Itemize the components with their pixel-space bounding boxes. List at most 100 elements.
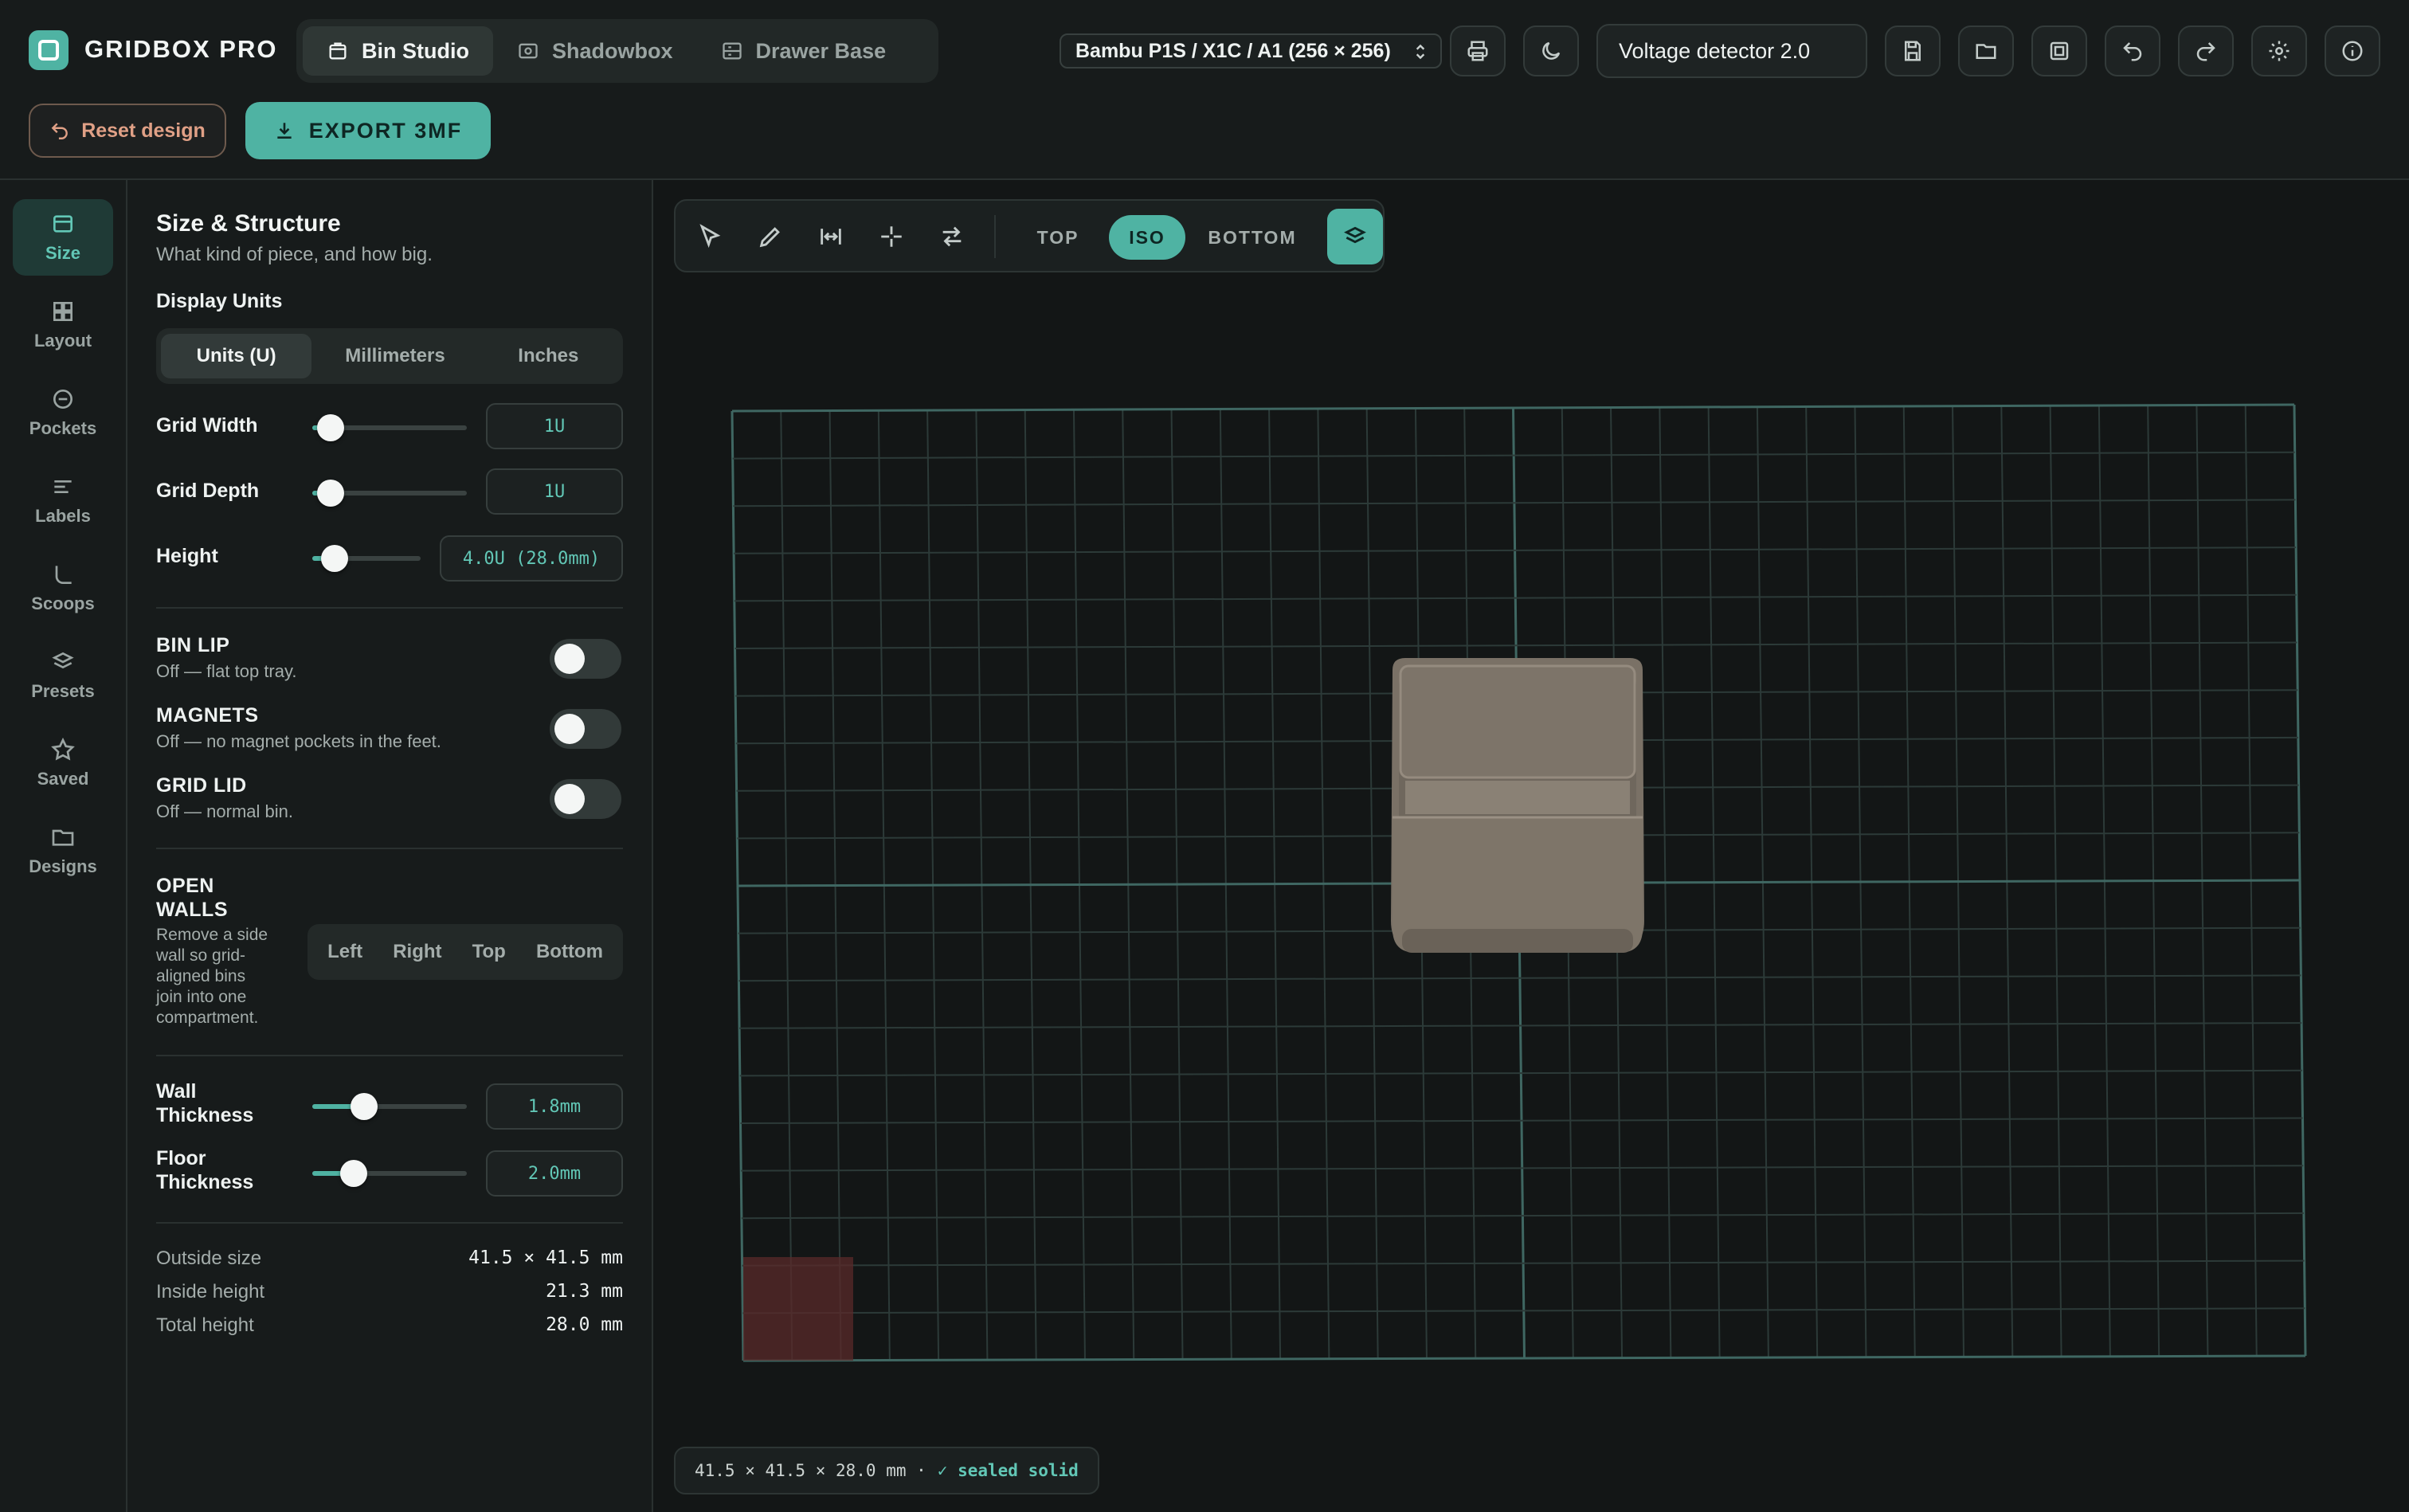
brand-logo (29, 30, 69, 70)
wall-thickness-slider[interactable] (312, 1093, 467, 1120)
slider-knob[interactable] (350, 1093, 378, 1120)
slider-knob[interactable] (320, 545, 348, 572)
panel-subtitle: What kind of piece, and how big. (156, 244, 433, 265)
tab-shadowbox[interactable]: Shadowbox (493, 26, 697, 76)
floor-thickness-slider[interactable] (312, 1160, 467, 1187)
floor-thickness-label-line1: Floor (156, 1147, 206, 1169)
rail-item-label: Size (45, 243, 81, 263)
select-icon[interactable] (696, 223, 723, 250)
tab-bin-studio[interactable]: Bin Studio (303, 26, 493, 76)
floor-thickness-label-line2: Thickness (156, 1171, 254, 1193)
wall-option-bottom[interactable]: Bottom (536, 941, 603, 963)
grid-lid-toggle[interactable] (550, 779, 621, 819)
rail-item-label: Presets (31, 681, 95, 701)
theme-toggle-button[interactable] (1523, 25, 1579, 76)
open-walls-desc-1: Remove a side (156, 926, 268, 944)
view-iso-button[interactable]: ISO (1109, 215, 1185, 260)
info-button[interactable] (2325, 25, 2380, 76)
shadowbox-icon (519, 43, 538, 59)
undo-icon (2123, 42, 2142, 61)
view-bottom-button[interactable]: BOTTOM (1189, 215, 1316, 260)
rail-item-label: Scoops (31, 593, 95, 613)
star-icon (51, 737, 75, 761)
rail-item-saved[interactable]: Saved (13, 725, 113, 801)
print-button[interactable] (1450, 25, 1506, 76)
printer-icon (1467, 41, 1488, 61)
status-bar: 41.5 × 41.5 × 28.0 mm · ✓ sealed solid (674, 1447, 1099, 1494)
rail-item-label: Labels (35, 506, 91, 526)
undo-button[interactable] (2105, 25, 2160, 76)
3d-viewport[interactable]: TOP ISO BOTTOM 41.5 × 41.5 × 28.0 mm · ✓… (653, 180, 2409, 1512)
measure-icon[interactable] (817, 223, 844, 250)
swap-icon[interactable] (938, 223, 966, 250)
build-plate[interactable] (653, 180, 2409, 1512)
settings-button[interactable] (2251, 25, 2307, 76)
wall-option-top[interactable]: Top (472, 941, 506, 963)
slider-knob[interactable] (317, 480, 344, 507)
grid-width-slider[interactable] (312, 414, 467, 441)
project-name-field[interactable]: Voltage detector 2.0 (1596, 24, 1867, 78)
stat-label: Inside height (156, 1281, 265, 1302)
grid-depth-value[interactable]: 1U (486, 468, 623, 515)
redo-button[interactable] (2178, 25, 2234, 76)
height-slider[interactable] (312, 545, 421, 572)
open-walls-title-line2: WALLS (156, 899, 228, 921)
crosshair-icon[interactable] (878, 223, 905, 250)
floor-thickness-value[interactable]: 2.0mm (486, 1150, 623, 1197)
units-option-inches[interactable]: Inches (479, 334, 618, 378)
rail-item-designs[interactable]: Designs (13, 813, 113, 889)
info-icon (2342, 41, 2363, 61)
export-3mf-button[interactable]: EXPORT 3MF (245, 102, 491, 159)
grid-depth-label: Grid Depth (156, 480, 260, 502)
wall-thickness-label-line1: Wall (156, 1080, 197, 1103)
save-button[interactable] (1885, 25, 1941, 76)
bin-lip-toggle[interactable] (550, 639, 621, 679)
rail-item-labels[interactable]: Labels (13, 462, 113, 539)
moon-icon (1542, 41, 1561, 60)
divider (156, 848, 623, 849)
grid-lid-title: GRID LID (156, 774, 247, 797)
grid-depth-slider[interactable] (312, 480, 467, 507)
units-option-u[interactable]: Units (U) (161, 334, 312, 378)
settings-icon (2269, 41, 2290, 61)
tab-drawer-base[interactable]: Drawer Base (697, 26, 911, 76)
bin-model[interactable] (1391, 658, 1644, 953)
view-top-button[interactable]: TOP (1010, 215, 1106, 260)
grid-width-label: Grid Width (156, 414, 258, 437)
stat-label: Total height (156, 1314, 254, 1336)
open-button[interactable] (1958, 25, 2014, 76)
height-value[interactable]: 4.0U (28.0mm) (440, 535, 623, 582)
download-icon (277, 123, 292, 139)
chevron-updown-icon (1416, 44, 1425, 60)
pocket-icon (53, 390, 72, 409)
layers-button[interactable] (1327, 209, 1383, 264)
wall-option-right[interactable]: Right (393, 941, 441, 963)
rail-item-presets[interactable]: Presets (13, 637, 113, 714)
open-walls-desc-4: join into one (156, 988, 247, 1006)
rail-item-scoops[interactable]: Scoops (13, 550, 113, 626)
units-option-mm[interactable]: Millimeters (311, 334, 478, 378)
rail-item-label: Designs (29, 856, 97, 876)
rail-item-layout[interactable]: Layout (13, 287, 113, 363)
reset-design-button[interactable]: Reset design (29, 104, 226, 158)
slider-knob[interactable] (317, 414, 344, 441)
toggle-knob (554, 784, 585, 814)
divider (156, 1055, 623, 1056)
pencil-icon[interactable] (757, 223, 784, 250)
wall-option-left[interactable]: Left (327, 941, 362, 963)
printer-select[interactable]: Bambu P1S / X1C / A1 (256 × 256) (1060, 33, 1442, 69)
stat-outside-size: Outside size 41.5 × 41.5 mm (156, 1248, 623, 1276)
layers-icon (1344, 226, 1366, 244)
stat-value: 41.5 × 41.5 mm (468, 1248, 623, 1268)
left-rail: Size Layout Pockets Labels Scoops Preset… (0, 180, 127, 1512)
library-button[interactable] (2031, 25, 2087, 76)
rail-item-pockets[interactable]: Pockets (13, 374, 113, 451)
wall-thickness-value[interactable]: 1.8mm (486, 1083, 623, 1130)
stat-label: Outside size (156, 1248, 262, 1269)
magnets-toggle[interactable] (550, 709, 621, 749)
slider-knob[interactable] (340, 1160, 368, 1187)
reset-label: Reset design (81, 119, 206, 142)
grid-width-value[interactable]: 1U (486, 403, 623, 449)
rail-item-size[interactable]: Size (13, 199, 113, 276)
divider (156, 607, 623, 609)
